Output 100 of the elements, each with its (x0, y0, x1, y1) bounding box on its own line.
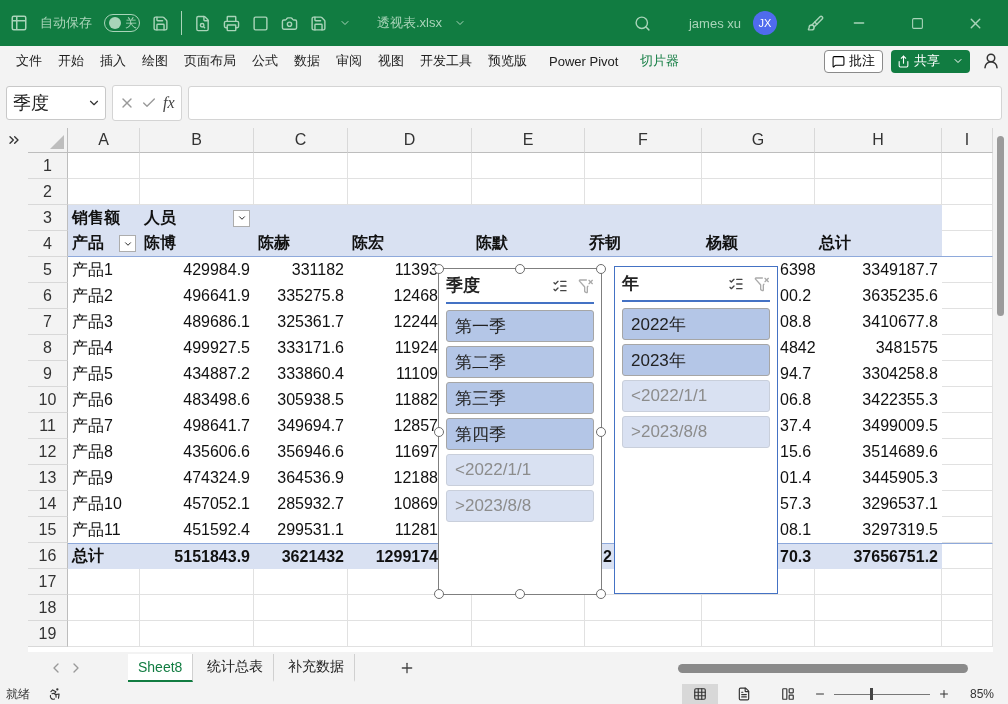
slicer-title: 年 (622, 273, 640, 295)
sheet-tab[interactable]: Sheet8 (128, 654, 194, 682)
column-header[interactable]: G (702, 128, 815, 153)
search-icon[interactable] (633, 14, 651, 32)
header-label: 人员 (144, 207, 177, 228)
row-header[interactable]: 7 (28, 309, 68, 335)
insert-function-button[interactable]: fx (163, 94, 175, 112)
ribbon-tab[interactable]: 预览版 (480, 52, 535, 70)
brush-icon[interactable] (807, 14, 824, 32)
document-icon[interactable] (194, 14, 211, 32)
row-header[interactable]: 16 (28, 543, 68, 569)
slicer-panel[interactable]: 年 2022年 2023年 <2022/1/1 >2023/8/8 (614, 266, 778, 594)
row-header[interactable]: 5 (28, 257, 68, 283)
name-box[interactable]: 季度 (6, 86, 106, 120)
row-header[interactable]: 8 (28, 335, 68, 361)
column-header[interactable]: B (140, 128, 254, 153)
header-label: 产品 (72, 233, 105, 253)
column-header[interactable]: H (815, 128, 942, 153)
printer-icon[interactable] (223, 14, 240, 32)
column-header[interactable]: I (942, 128, 993, 153)
slicer-item[interactable]: 2023年 (622, 344, 770, 376)
ribbon-tab[interactable]: 页面布局 (176, 52, 244, 70)
row-header[interactable]: 13 (28, 465, 68, 491)
row-header[interactable]: 4 (28, 231, 68, 257)
row-header[interactable]: 9 (28, 361, 68, 387)
ribbon-tab[interactable]: 视图 (370, 52, 412, 70)
share-button[interactable]: 共享 (891, 49, 970, 73)
ribbon-tab[interactable]: 切片器 (632, 52, 688, 70)
column-header[interactable]: A (68, 128, 140, 153)
frame-icon[interactable] (252, 14, 269, 32)
row-header[interactable]: 1 (28, 153, 68, 179)
slicer-item[interactable]: 第一季 (446, 310, 594, 342)
clear-filter-icon[interactable] (578, 277, 594, 294)
table-cell (942, 439, 993, 465)
ribbon-tab[interactable]: 开始 (50, 52, 92, 70)
table-cell (942, 465, 993, 491)
row-header[interactable]: 15 (28, 517, 68, 543)
maximize-icon[interactable] (910, 16, 924, 30)
caret-icon[interactable] (236, 213, 247, 223)
row-header[interactable]: 11 (28, 413, 68, 439)
ribbon-tab[interactable]: 开发工具 (412, 52, 480, 70)
account-icon[interactable] (982, 52, 1000, 70)
clear-filter-icon[interactable] (754, 275, 770, 292)
share-icon (897, 54, 910, 68)
table-cell (68, 595, 140, 621)
row-header[interactable]: 17 (28, 569, 68, 595)
zoom-thumb[interactable] (870, 688, 874, 700)
table-cell: 总计 (68, 543, 140, 569)
column-header[interactable]: D (348, 128, 472, 153)
row-header[interactable]: 19 (28, 621, 68, 647)
resize-handle[interactable] (596, 264, 606, 274)
zoom-in-icon[interactable] (937, 688, 950, 700)
horizontal-scrollbar[interactable] (678, 663, 968, 673)
ribbon-tab[interactable]: 绘图 (134, 52, 176, 70)
slicer-item[interactable]: 2022年 (622, 308, 770, 340)
ribbon-tab[interactable]: 插入 (92, 52, 134, 70)
ribbon-tab[interactable]: 数据 (286, 52, 328, 70)
ribbon-tab[interactable]: 审阅 (328, 52, 370, 70)
ribbon-tab[interactable]: 文件 (8, 52, 50, 70)
resize-handle[interactable] (596, 589, 606, 599)
page-layout-icon (736, 687, 751, 701)
table-cell (942, 153, 993, 179)
save-icon[interactable] (310, 14, 327, 32)
sheet-tab[interactable]: 统计总表 (197, 654, 275, 682)
table-cell (942, 621, 993, 647)
select-all-icon[interactable] (50, 135, 64, 149)
column-header[interactable]: F (585, 128, 702, 153)
table-cell (942, 257, 993, 283)
user-avatar[interactable]: JX (753, 11, 777, 35)
table-cell (942, 595, 993, 621)
row-header[interactable]: 3 (28, 205, 68, 231)
save-icon[interactable] (152, 14, 169, 32)
resize-handle[interactable] (515, 589, 525, 599)
ribbon-tab[interactable]: 公式 (244, 52, 286, 70)
formula-input[interactable] (187, 86, 1002, 120)
slicer-item[interactable]: 第三季 (446, 382, 594, 414)
row-header[interactable]: 18 (28, 595, 68, 621)
excel-logo-icon (10, 14, 28, 32)
zoom-level[interactable]: 85% (969, 687, 994, 701)
row-header[interactable]: 14 (28, 491, 68, 517)
slicer-item[interactable]: 第四季 (446, 418, 594, 450)
sheet-tab[interactable]: 补充数据 (278, 654, 356, 682)
slicer-item[interactable]: 第二季 (446, 346, 594, 378)
comment-button[interactable]: 批注 (824, 49, 883, 73)
column-header[interactable]: E (472, 128, 585, 153)
row-header[interactable]: 12 (28, 439, 68, 465)
table-cell (942, 205, 993, 231)
accessibility-icon[interactable] (48, 687, 62, 701)
table-cell (942, 517, 993, 543)
table-cell (942, 283, 993, 309)
resize-handle[interactable] (434, 589, 444, 599)
resize-handle[interactable] (515, 264, 525, 274)
row-header[interactable]: 6 (28, 283, 68, 309)
row-header[interactable]: 2 (28, 179, 68, 205)
ribbon-tab[interactable]: Power Pivot (541, 53, 627, 69)
row-header[interactable]: 10 (28, 387, 68, 413)
column-header[interactable]: C (254, 128, 348, 153)
camera-icon[interactable] (281, 14, 298, 32)
resize-handle[interactable] (596, 426, 606, 437)
normal-view-button[interactable] (681, 684, 718, 704)
